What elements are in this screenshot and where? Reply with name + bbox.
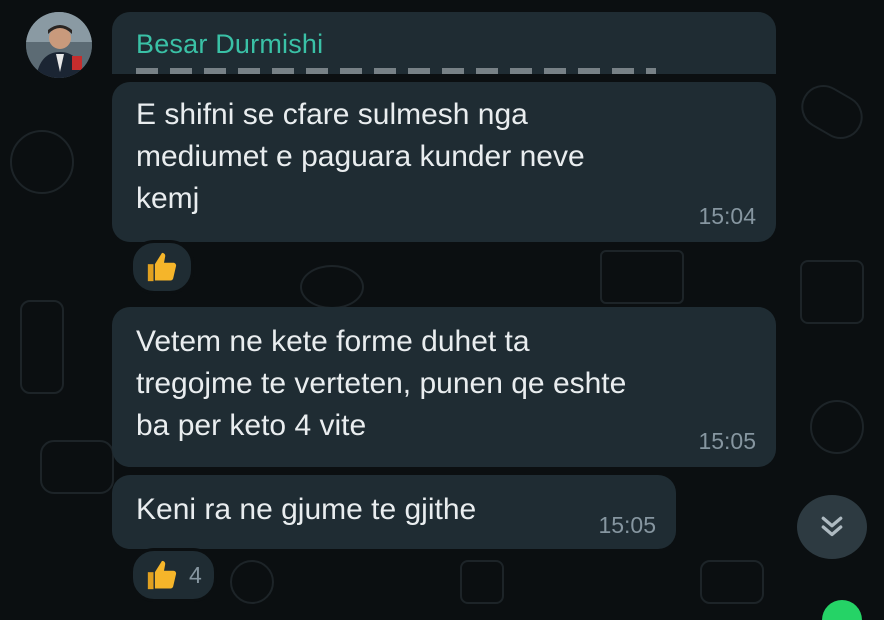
sender-name[interactable]: Besar Durmishi xyxy=(136,29,323,60)
message-text: Keni ra ne gjume te gjithe xyxy=(136,493,477,526)
avatar-photo xyxy=(26,12,92,78)
message-text: E shifni se cfare sulmesh nga mediumet e… xyxy=(136,98,585,215)
sender-avatar[interactable] xyxy=(26,12,92,78)
thumbs-up-icon xyxy=(147,252,177,282)
message-text: Vetem ne kete forme duhet ta tregojme te… xyxy=(136,325,627,442)
thumbs-up-icon xyxy=(147,560,177,590)
message-time: 15:04 xyxy=(698,203,756,229)
reaction-badge[interactable]: 4 xyxy=(130,548,217,602)
message-bubble[interactable]: Vetem ne kete forme duhet ta tregojme te… xyxy=(112,307,776,467)
message-time: 15:05 xyxy=(698,428,756,454)
message-bubble[interactable]: E shifni se cfare sulmesh nga mediumet e… xyxy=(112,82,776,242)
scroll-to-bottom-button[interactable] xyxy=(797,495,867,559)
double-chevron-down-icon xyxy=(821,516,843,537)
message-bubble[interactable]: Keni ra ne gjume te gjithe 15:05 xyxy=(112,475,676,549)
message-group-header: Besar Durmishi xyxy=(112,12,776,74)
message-time: 15:05 xyxy=(598,512,656,538)
reaction-count: 4 xyxy=(189,561,202,588)
quoted-preview-line xyxy=(136,68,656,74)
reaction-badge[interactable] xyxy=(130,240,194,294)
